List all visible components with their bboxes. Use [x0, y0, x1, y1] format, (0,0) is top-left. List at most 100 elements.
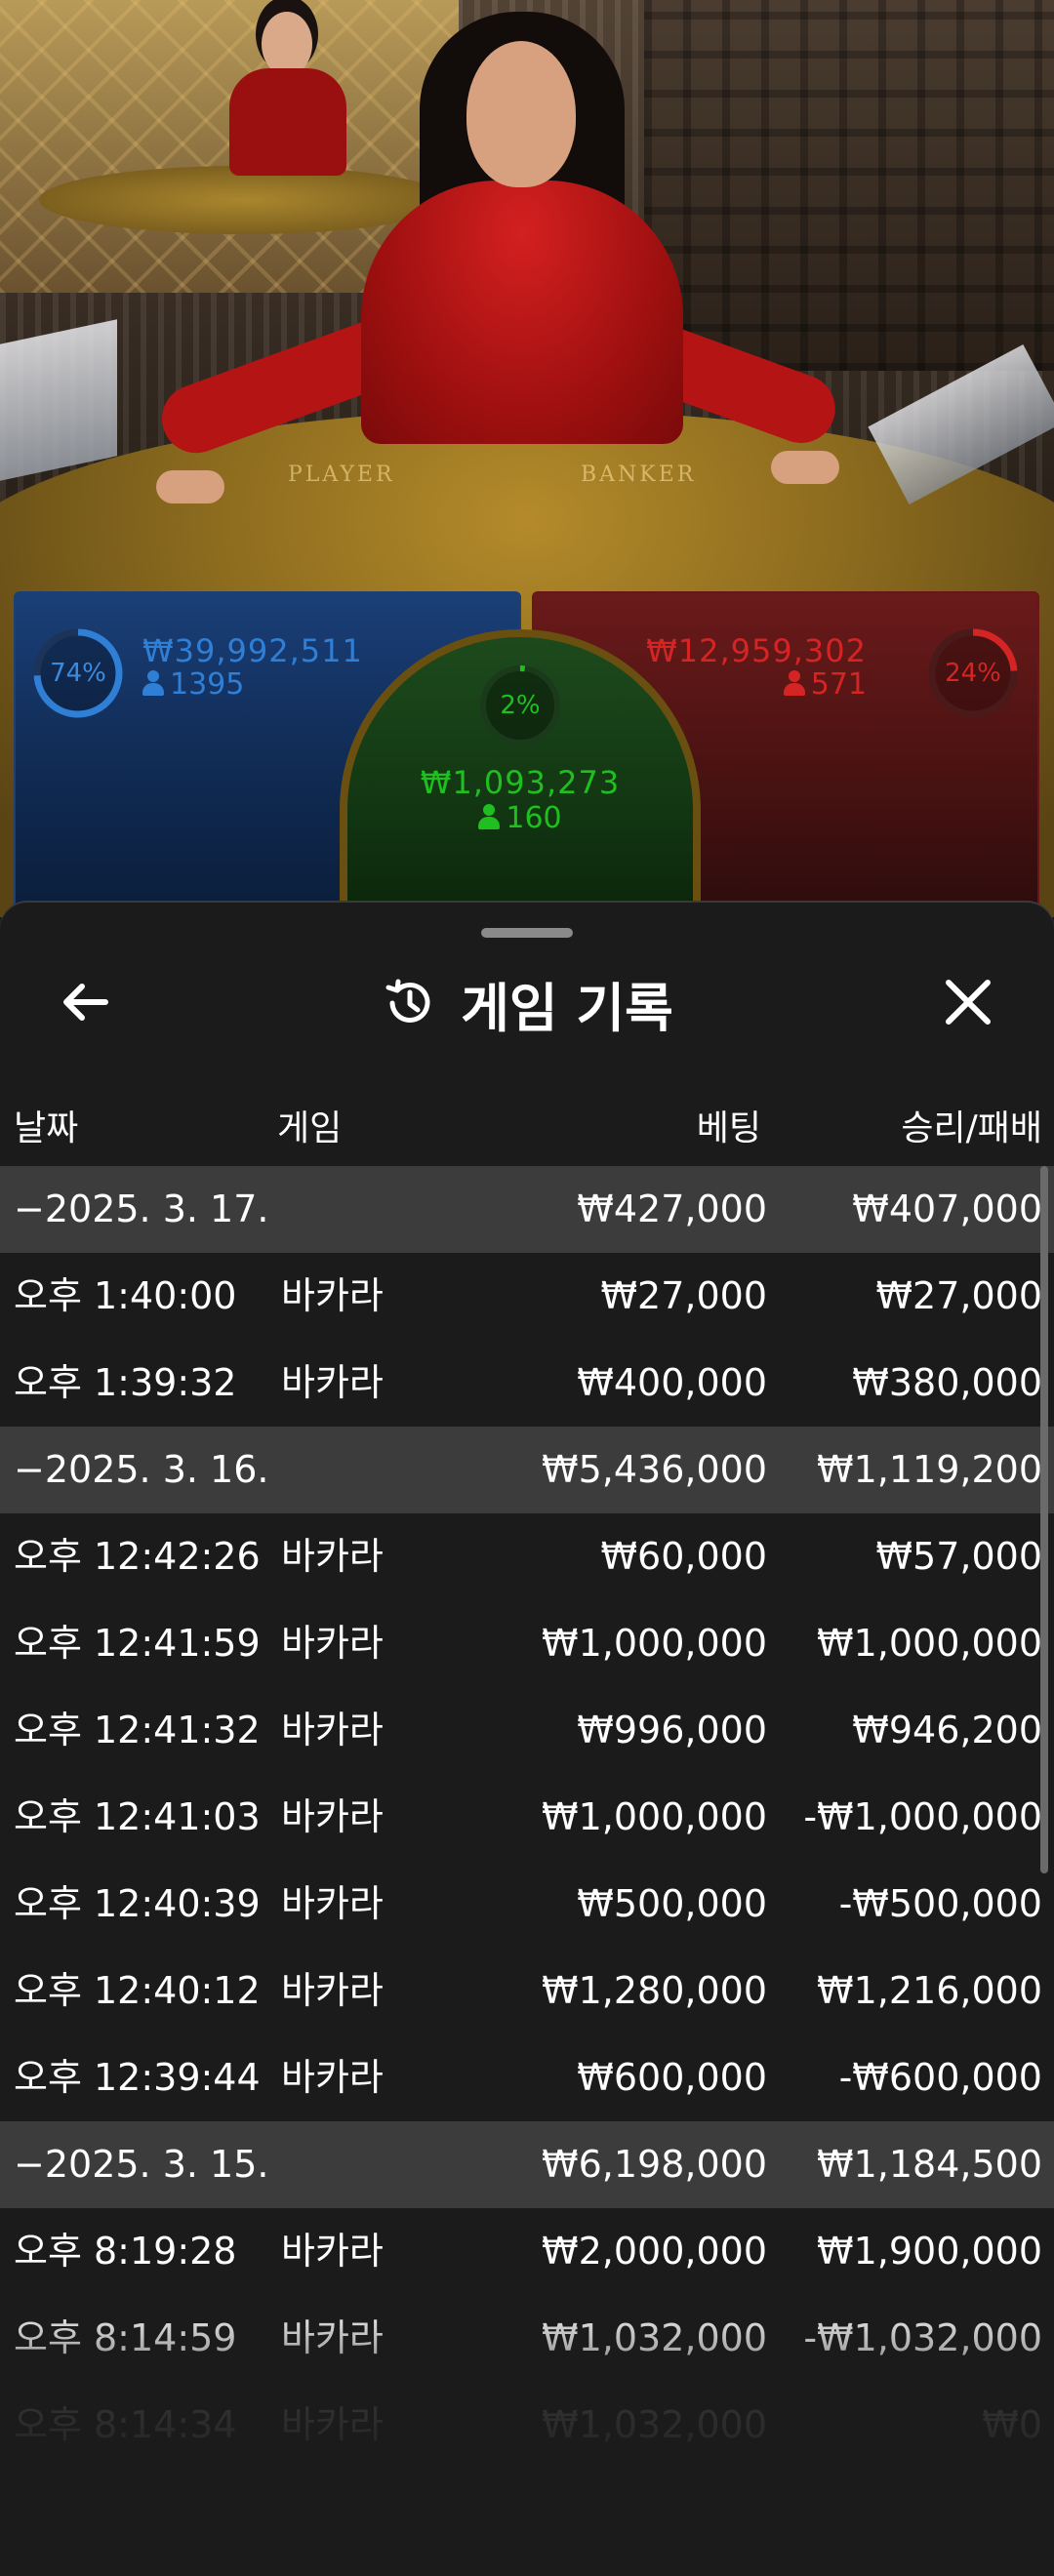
row-bet: ₩1,032,000 — [542, 2316, 767, 2359]
close-button[interactable] — [937, 971, 999, 1033]
scrollbar[interactable] — [1040, 1166, 1048, 1873]
row-winloss: ₩1,900,000 — [817, 2230, 1042, 2273]
felt-label-banker: BANKER — [581, 463, 697, 487]
row-bet: ₩2,000,000 — [542, 2230, 767, 2273]
row-winloss: ₩1,184,500 — [817, 2143, 1042, 2186]
row-time: 오후 12:41:03 — [14, 1795, 261, 1838]
table-row: 오후 12:41:03 바카라 ₩1,000,000 -₩1,000,000 — [0, 1774, 1054, 1861]
background-dealer-body — [229, 68, 346, 176]
sheet-drag-handle[interactable] — [481, 928, 573, 938]
row-game: 바카라 — [281, 2056, 384, 2099]
tie-count-value: 160 — [506, 801, 562, 835]
row-bet: ₩60,000 — [600, 1535, 767, 1578]
row-bet: ₩1,000,000 — [542, 1795, 767, 1838]
row-time: 오후 12:39:44 — [14, 2056, 261, 2099]
player-count: 1395 — [142, 667, 244, 702]
row-time: 오후 1:39:32 — [14, 1361, 237, 1404]
player-percent-ring: 74% — [31, 626, 125, 720]
sheet-header: 게임 기록 — [0, 969, 1054, 1039]
history-icon — [385, 979, 430, 1023]
row-bet: ₩1,280,000 — [542, 1969, 767, 2012]
row-winloss: ₩380,000 — [852, 1361, 1042, 1404]
player-count-value: 1395 — [170, 667, 245, 702]
date-group-row[interactable]: −2025. 3. 17. ₩427,000 ₩407,000 — [0, 1166, 1054, 1253]
background-dealer-head — [262, 12, 312, 76]
table-row: 오후 12:39:44 바카라 ₩600,000 -₩600,000 — [0, 2034, 1054, 2121]
tie-percent-ring: 2% — [477, 663, 563, 748]
row-time: 오후 12:40:39 — [14, 1882, 261, 1925]
row-time: 오후 8:19:28 — [14, 2230, 237, 2273]
column-header-date: 날짜 — [14, 1108, 79, 1148]
row-winloss: ₩946,200 — [852, 1709, 1042, 1751]
table-row: 오후 12:42:26 바카라 ₩60,000 ₩57,000 — [0, 1513, 1054, 1600]
row-winloss: ₩1,000,000 — [817, 1622, 1042, 1665]
table-row: 오후 8:14:34 바카라 ₩1,032,000 ₩0 — [0, 2382, 1054, 2469]
person-icon — [478, 804, 501, 829]
table-row: 오후 12:41:32 바카라 ₩996,000 ₩946,200 — [0, 1687, 1054, 1774]
row-game: 바카라 — [281, 2316, 384, 2359]
row-game: 바카라 — [281, 1274, 384, 1317]
person-icon — [142, 670, 164, 696]
player-percent: 74% — [50, 659, 106, 688]
date-group-label: −2025. 3. 16. — [14, 1448, 269, 1491]
date-group-label: −2025. 3. 15. — [14, 2143, 269, 2186]
page-title: 게임 기록 — [461, 977, 673, 1039]
column-header-game: 게임 — [277, 1108, 343, 1148]
row-winloss: ₩1,119,200 — [817, 1448, 1042, 1491]
row-bet: ₩1,032,000 — [542, 2403, 767, 2446]
row-bet: ₩400,000 — [577, 1361, 767, 1404]
row-bet: ₩500,000 — [577, 1882, 767, 1925]
dealer-face — [466, 41, 576, 187]
row-game: 바카라 — [281, 1622, 384, 1665]
banker-count: 571 — [783, 667, 867, 702]
banker-count-value: 571 — [810, 667, 867, 702]
row-time: 오후 12:41:32 — [14, 1709, 261, 1751]
row-time: 오후 1:40:00 — [14, 1274, 237, 1317]
dealer-hand-right — [771, 451, 839, 484]
close-icon — [946, 980, 991, 1025]
row-time: 오후 8:14:34 — [14, 2403, 237, 2446]
dealer-hand-left — [156, 470, 224, 503]
date-group-row[interactable]: −2025. 3. 15. ₩6,198,000 ₩1,184,500 — [0, 2121, 1054, 2208]
date-group-label: −2025. 3. 17. — [14, 1187, 269, 1230]
card-discard-tray — [0, 319, 117, 481]
row-game: 바카라 — [281, 1882, 384, 1925]
row-winloss: -₩600,000 — [838, 2056, 1042, 2099]
background-wall-panel — [644, 0, 1054, 371]
row-game: 바카라 — [281, 1361, 384, 1404]
table-row: 오후 12:40:12 바카라 ₩1,280,000 ₩1,216,000 — [0, 1948, 1054, 2034]
dealer-body — [361, 181, 683, 444]
row-time: 오후 12:40:12 — [14, 1969, 261, 2012]
row-game: 바카라 — [281, 2403, 384, 2446]
table-row: 오후 1:40:00 바카라 ₩27,000 ₩27,000 — [0, 1253, 1054, 1340]
table-row: 오후 12:41:59 바카라 ₩1,000,000 ₩1,000,000 — [0, 1600, 1054, 1687]
row-bet: ₩996,000 — [577, 1709, 767, 1751]
date-group-row[interactable]: −2025. 3. 16. ₩5,436,000 ₩1,119,200 — [0, 1427, 1054, 1513]
row-winloss: ₩0 — [982, 2403, 1042, 2446]
row-winloss: -₩500,000 — [838, 1882, 1042, 1925]
row-bet: ₩427,000 — [577, 1187, 767, 1230]
tie-count: 160 — [347, 801, 693, 835]
tie-percent: 2% — [500, 691, 541, 720]
row-game: 바카라 — [281, 1535, 384, 1578]
row-bet: ₩600,000 — [577, 2056, 767, 2099]
banker-bet-amount: ₩12,959,302 — [646, 632, 867, 669]
row-winloss: ₩1,216,000 — [817, 1969, 1042, 2012]
row-time: 오후 12:41:59 — [14, 1622, 261, 1665]
row-game: 바카라 — [281, 1709, 384, 1751]
column-header-bet: 베팅 — [696, 1108, 761, 1148]
row-bet: ₩6,198,000 — [542, 2143, 767, 2186]
row-game: 바카라 — [281, 2230, 384, 2273]
column-header-winloss: 승리/패배 — [901, 1108, 1042, 1148]
banker-percent: 24% — [945, 659, 1001, 688]
history-list[interactable]: −2025. 3. 17. ₩427,000 ₩407,000 오후 1:40:00 바… — [0, 1166, 1054, 2469]
row-bet: ₩5,436,000 — [542, 1448, 767, 1491]
row-winloss: ₩57,000 — [875, 1535, 1042, 1578]
table-row: 오후 12:40:39 바카라 ₩500,000 -₩500,000 — [0, 1861, 1054, 1948]
row-game: 바카라 — [281, 1969, 384, 2012]
row-winloss: -₩1,000,000 — [803, 1795, 1042, 1838]
player-bet-amount: ₩39,992,511 — [142, 632, 363, 669]
felt-label-player: PLAYER — [288, 463, 395, 487]
row-bet: ₩1,000,000 — [542, 1622, 767, 1665]
game-history-sheet: 게임 기록 날짜 게임 베팅 승리/패배 −2025. 3. 17. ₩427,0… — [0, 903, 1054, 2576]
